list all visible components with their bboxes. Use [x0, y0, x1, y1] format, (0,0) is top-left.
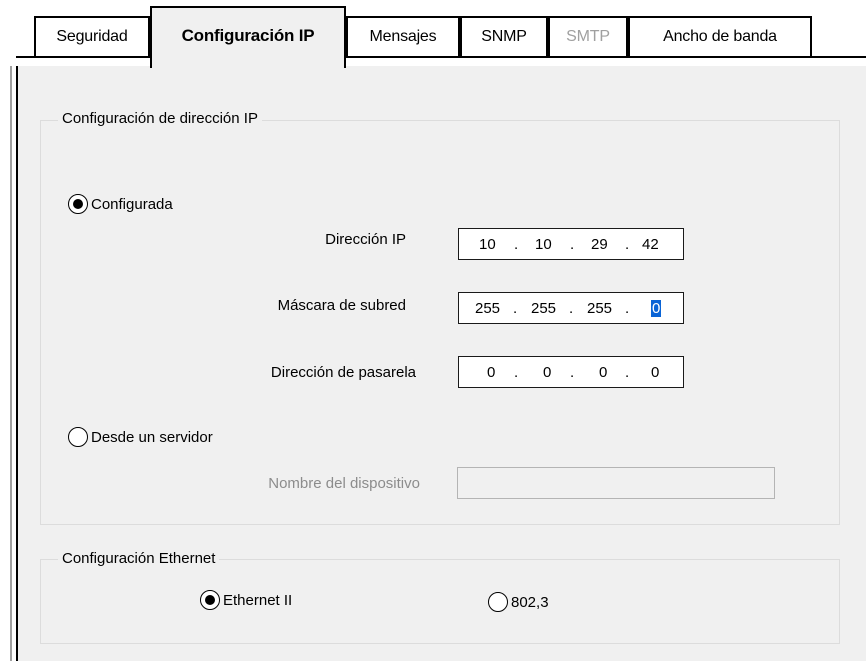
selected-octet[interactable]: 0: [651, 300, 662, 317]
radio-ethernet-ii[interactable]: Ethernet II: [200, 590, 292, 610]
tab-ancho-de-banda[interactable]: Ancho de banda: [628, 16, 812, 56]
device-name-label: Nombre del dispositivo: [268, 475, 420, 492]
radio-indicator: [200, 590, 220, 610]
tab-strip-border: [16, 56, 866, 58]
tab-snmp[interactable]: SNMP: [460, 16, 548, 56]
radio-desde-servidor[interactable]: Desde un servidor: [68, 427, 213, 447]
radio-indicator: [488, 592, 508, 612]
subnet-mask-field[interactable]: 255 . 255 . 255 . 0: [458, 292, 684, 324]
tab-seguridad[interactable]: Seguridad: [34, 16, 150, 56]
radio-802-3[interactable]: 802,3: [488, 592, 549, 612]
device-name-field: [457, 467, 775, 499]
ip-address-label: Dirección IP: [325, 231, 406, 248]
tab-smtp: SMTP: [548, 16, 628, 56]
panel-edge: [10, 66, 12, 661]
radio-indicator: [68, 427, 88, 447]
ip-address-field[interactable]: 10 . 10 . 29 . 42: [458, 228, 684, 260]
subnet-mask-label: Máscara de subred: [277, 297, 406, 314]
radio-indicator: [68, 194, 88, 214]
gateway-field[interactable]: 0 . 0 . 0 . 0: [458, 356, 684, 388]
radio-configurada[interactable]: Configurada: [68, 194, 173, 214]
ethernet-group-title: Configuración Ethernet: [58, 550, 220, 567]
ip-config-group: [40, 120, 840, 525]
gateway-label: Dirección de pasarela: [270, 364, 416, 381]
ethernet-group-real: [40, 559, 840, 644]
tab-configuracion-ip[interactable]: Configuración IP: [150, 6, 346, 68]
tab-mensajes[interactable]: Mensajes: [346, 16, 460, 56]
ip-config-group-title: Configuración de dirección IP: [58, 110, 262, 127]
